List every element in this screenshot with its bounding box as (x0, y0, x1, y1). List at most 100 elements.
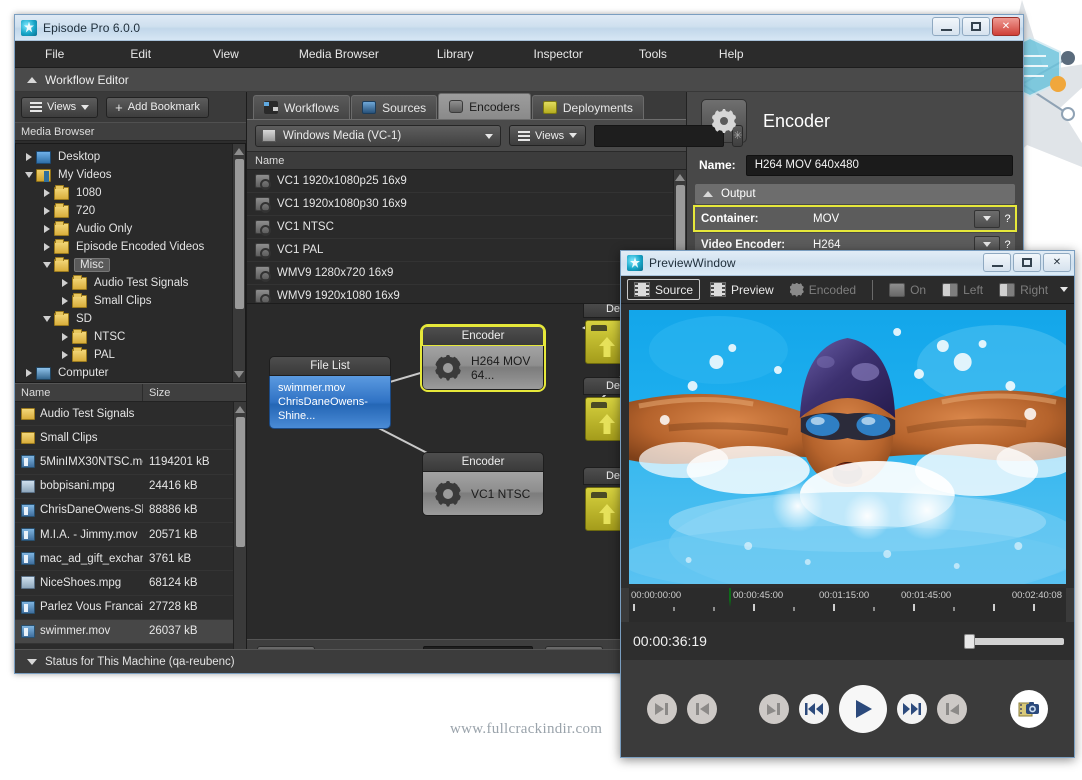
table-row[interactable]: NiceShoes.mpg68124 kB (15, 571, 246, 595)
timeline-playhead[interactable] (729, 589, 742, 609)
scrollbar-thumb[interactable] (236, 417, 245, 547)
scroll-up-icon[interactable] (675, 174, 685, 181)
encoder-list-column-name[interactable]: Name (255, 155, 284, 167)
tree-item[interactable]: 1080 (16, 184, 245, 202)
chevron-right-icon[interactable] (58, 351, 72, 359)
views-button[interactable]: Views (21, 97, 98, 118)
tree-item[interactable]: My Videos (16, 166, 245, 184)
collapse-chevron-up-icon[interactable] (703, 191, 713, 197)
play-button[interactable] (839, 685, 887, 733)
chevron-right-icon[interactable] (58, 279, 72, 287)
workflow-editor-section-bar[interactable]: Workflow Editor (15, 68, 1023, 92)
encoder-list-item[interactable]: VC1 NTSC (247, 216, 686, 239)
zoom-slider[interactable] (964, 638, 1064, 645)
tree-item[interactable]: Desktop (16, 148, 245, 166)
scroll-down-icon[interactable] (234, 371, 244, 378)
table-row[interactable]: bobpisani.mpg24416 kB (15, 475, 246, 499)
chevron-down-icon[interactable] (40, 262, 54, 268)
file-list-node[interactable]: File List swimmer.mov ChrisDaneOwens-Shi… (269, 356, 391, 429)
zoom-slider-thumb[interactable] (964, 634, 975, 649)
folder-tree[interactable]: DesktopMy Videos1080720Audio OnlyEpisode… (15, 143, 246, 383)
menu-edit[interactable]: Edit (118, 47, 163, 61)
snapshot-button[interactable] (1010, 690, 1048, 728)
table-row[interactable]: 5MinIMX30NTSC.mov1194201 kB (15, 450, 246, 474)
maximize-button[interactable] (962, 17, 990, 36)
menu-file[interactable]: File (33, 47, 76, 61)
chevron-down-icon[interactable] (22, 172, 36, 178)
chevron-down-icon[interactable] (974, 210, 1000, 228)
encoder-search-input[interactable] (594, 125, 724, 147)
tree-item[interactable]: Misc (16, 256, 245, 274)
chevron-right-icon[interactable] (40, 243, 54, 251)
tab-workflows[interactable]: Workflows (253, 95, 350, 119)
toolbar-overflow-chevron-down-icon[interactable] (1060, 287, 1068, 292)
output-section-bar[interactable]: Output (695, 184, 1015, 204)
encoder-list-item[interactable]: VC1 1920x1080p30 16x9 (247, 193, 686, 216)
chevron-right-icon[interactable] (40, 207, 54, 215)
tree-item[interactable]: NTSC (16, 328, 245, 346)
chevron-right-icon[interactable] (22, 153, 36, 161)
tree-item[interactable]: SD (16, 310, 245, 328)
tree-item[interactable]: Audio Test Signals (16, 274, 245, 292)
file-list[interactable]: Audio Test SignalsSmall Clips5MinIMX30NT… (15, 402, 246, 673)
collapse-chevron-down-icon[interactable] (27, 659, 37, 665)
menu-tools[interactable]: Tools (627, 47, 679, 61)
menu-help[interactable]: Help (707, 47, 756, 61)
collapse-chevron-up-icon[interactable] (27, 77, 37, 83)
tree-item[interactable]: PAL (16, 346, 245, 364)
encoder-views-button[interactable]: Views (509, 125, 586, 146)
menu-media-browser[interactable]: Media Browser (287, 47, 391, 61)
chevron-right-icon[interactable] (22, 369, 36, 377)
table-row[interactable]: Small Clips (15, 426, 246, 450)
preview-minimize-button[interactable] (983, 253, 1011, 272)
file-list-column-size[interactable]: Size (143, 384, 246, 401)
folder-tree-scrollbar[interactable] (232, 144, 245, 382)
chevron-right-icon[interactable] (40, 189, 54, 197)
preview-tool-on[interactable]: On (883, 281, 932, 299)
scrollbar-thumb[interactable] (235, 159, 244, 309)
menu-library[interactable]: Library (425, 47, 486, 61)
preview-close-button[interactable]: ✕ (1043, 253, 1071, 272)
video-preview[interactable] (629, 310, 1066, 584)
preview-tool-encoded[interactable]: Encoded (784, 281, 862, 299)
tree-item[interactable]: Small Clips (16, 292, 245, 310)
fast-forward-button[interactable] (897, 694, 927, 724)
chevron-right-icon[interactable] (58, 297, 72, 305)
help-icon-container[interactable]: ? (1000, 210, 1015, 227)
tree-item[interactable]: Computer (16, 364, 245, 382)
table-row[interactable]: mac_ad_gift_exchang...3761 kB (15, 547, 246, 571)
tab-sources[interactable]: Sources (351, 95, 437, 119)
scroll-up-icon[interactable] (234, 148, 244, 155)
preview-maximize-button[interactable] (1013, 253, 1041, 272)
table-row[interactable]: swimmer.mov26037 kB (15, 620, 246, 644)
go-to-start-button[interactable] (687, 694, 717, 724)
table-row[interactable]: M.I.A. - Jimmy.mov20571 kB (15, 523, 246, 547)
mark-out-button[interactable] (937, 694, 967, 724)
close-button[interactable]: ✕ (992, 17, 1020, 36)
file-list-column-name[interactable]: Name (15, 384, 143, 401)
menu-view[interactable]: View (201, 47, 251, 61)
table-row[interactable]: Parlez Vous Francais....27728 kB (15, 596, 246, 620)
scrollbar-thumb[interactable] (676, 185, 685, 257)
menu-inspector[interactable]: Inspector (522, 47, 595, 61)
tab-encoders[interactable]: Encoders (438, 93, 531, 119)
preview-tool-preview[interactable]: Preview (704, 280, 780, 299)
tree-item[interactable]: Episode Encoded Videos (16, 238, 245, 256)
preview-tool-right[interactable]: Right (993, 281, 1054, 299)
file-list-scrollbar[interactable] (233, 402, 246, 673)
encoder-list-item[interactable]: VC1 1920x1080p25 16x9 (247, 170, 686, 193)
inspector-name-input[interactable]: H264 MOV 640x480 (746, 155, 1013, 176)
step-to-start-button[interactable] (647, 694, 677, 724)
chevron-right-icon[interactable] (40, 225, 54, 233)
chevron-down-icon[interactable] (40, 316, 54, 322)
table-row[interactable]: Audio Test Signals (15, 402, 246, 426)
property-row-container[interactable]: Container: MOV ? (695, 207, 1015, 230)
preview-tool-left[interactable]: Left (936, 281, 989, 299)
tree-item[interactable]: Audio Only (16, 220, 245, 238)
encoder-node-h264[interactable]: Encoder H264 MOV 64... (422, 326, 544, 390)
preview-timeline[interactable]: 00:00:00:00 00:00:45:00 00:01:15:00 00:0… (629, 588, 1066, 622)
chevron-right-icon[interactable] (58, 333, 72, 341)
encoder-category-dropdown[interactable]: Windows Media (VC-1) (255, 125, 501, 147)
encoder-node-vc1[interactable]: Encoder VC1 NTSC (422, 452, 544, 516)
rewind-button[interactable] (799, 694, 829, 724)
